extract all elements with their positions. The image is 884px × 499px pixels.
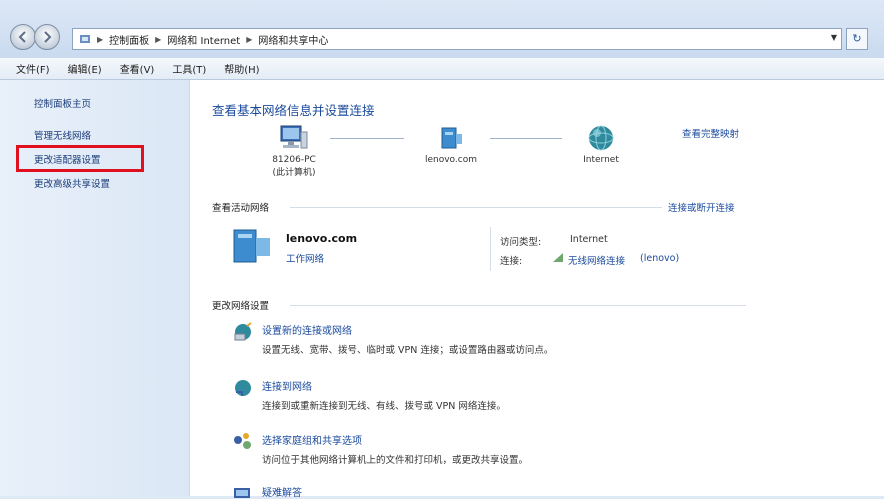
internet-node-name: Internet xyxy=(583,155,619,165)
network-node-name: lenovo.com xyxy=(424,155,477,165)
menu-file[interactable]: 文件(F) xyxy=(16,61,50,76)
active-network-name: lenovo.com xyxy=(286,232,358,245)
task-setup-connection[interactable]: 设置新的连接或网络 xyxy=(262,322,352,337)
map-node-internet[interactable]: Internet xyxy=(566,124,636,165)
menu-tools[interactable]: 工具(T) xyxy=(172,61,206,76)
address-bar-row: ▶ 控制面板 ▶ 网络和 Internet ▶ 网络和共享中心 ▼ ↻ xyxy=(0,0,884,58)
map-node-network[interactable]: lenovo.com xyxy=(406,124,496,165)
refresh-button[interactable]: ↻ xyxy=(846,28,868,50)
task-homegroup-sharing-desc: 访问位于其他网络计算机上的文件和打印机，或更改共享设置。 xyxy=(262,455,529,466)
menu-view[interactable]: 查看(V) xyxy=(120,61,155,76)
connections-label: 连接: xyxy=(500,256,523,267)
new-connection-icon xyxy=(234,322,252,341)
active-networks-header: 查看活动网络 xyxy=(212,203,270,214)
map-connector xyxy=(330,138,404,139)
computer-icon xyxy=(280,125,308,149)
active-network-icon xyxy=(233,229,270,263)
breadcrumb-separator-icon: ▶ xyxy=(246,34,253,44)
control-panel-icon xyxy=(80,35,90,43)
connect-disconnect-link[interactable]: 连接或断开连接 xyxy=(668,200,735,214)
sidebar: 控制面板主页 管理无线网络 更改适配器设置 更改高级共享设置 xyxy=(0,80,190,496)
wireless-connection-ssid[interactable]: (lenovo) xyxy=(640,253,679,264)
change-settings-header: 更改网络设置 xyxy=(212,301,270,312)
network-type-link[interactable]: 工作网络 xyxy=(286,251,324,265)
breadcrumb-network-internet[interactable]: 网络和 Internet xyxy=(167,32,240,47)
breadcrumb-separator-icon: ▶ xyxy=(97,34,104,44)
back-button[interactable] xyxy=(10,24,36,50)
access-type-value: Internet xyxy=(570,234,608,245)
computer-name: 81206-PC xyxy=(272,155,316,165)
network-icon xyxy=(441,127,462,149)
page-title: 查看基本网络信息并设置连接 xyxy=(212,103,375,118)
wireless-connection-link[interactable]: 无线网络连接 xyxy=(568,253,625,267)
refresh-icon: ↻ xyxy=(852,32,862,45)
task-homegroup-sharing[interactable]: 选择家庭组和共享选项 xyxy=(262,432,362,447)
vertical-divider xyxy=(490,227,491,271)
breadcrumb-separator-icon: ▶ xyxy=(155,34,162,44)
map-node-computer[interactable]: 81206-PC (此计算机) xyxy=(254,124,334,178)
computer-sub: (此计算机) xyxy=(272,168,316,178)
map-connector xyxy=(490,138,562,139)
forward-button[interactable] xyxy=(34,24,60,50)
sidebar-item-control-panel-home[interactable]: 控制面板主页 xyxy=(34,96,91,110)
highlight-box xyxy=(16,145,144,172)
sidebar-item-advanced-sharing[interactable]: 更改高级共享设置 xyxy=(34,176,110,190)
homegroup-icon xyxy=(234,433,251,449)
view-full-map-link[interactable]: 查看完整映射 xyxy=(682,126,739,140)
connect-network-icon xyxy=(235,380,251,396)
task-connect-network-desc: 连接到或重新连接到无线、有线、拨号或 VPN 网络连接。 xyxy=(262,401,506,412)
forward-arrow-icon xyxy=(44,31,52,43)
task-connect-network[interactable]: 连接到网络 xyxy=(262,378,312,393)
main-panel: 查看基本网络信息并设置连接 查看完整映射 81206-PC (此计算机) len… xyxy=(190,80,884,499)
globe-icon xyxy=(588,125,614,151)
sidebar-item-manage-wireless[interactable]: 管理无线网络 xyxy=(34,128,91,142)
access-type-label: 访问类型: xyxy=(500,237,542,248)
wireless-signal-icon xyxy=(553,253,563,262)
address-input[interactable]: ▶ 控制面板 ▶ 网络和 Internet ▶ 网络和共享中心 ▼ xyxy=(72,28,842,50)
menu-help[interactable]: 帮助(H) xyxy=(224,61,259,76)
menu-bar: 文件(F) 编辑(E) 查看(V) 工具(T) 帮助(H) xyxy=(0,58,884,80)
breadcrumb-network-sharing-center[interactable]: 网络和共享中心 xyxy=(258,32,328,47)
task-troubleshoot[interactable]: 疑难解答 xyxy=(262,484,302,499)
back-arrow-icon xyxy=(18,31,26,43)
breadcrumb-control-panel[interactable]: 控制面板 xyxy=(109,32,149,47)
task-setup-connection-desc: 设置无线、宽带、拨号、临时或 VPN 连接；或设置路由器或访问点。 xyxy=(262,345,554,356)
address-dropdown-icon[interactable]: ▼ xyxy=(831,33,837,42)
menu-edit[interactable]: 编辑(E) xyxy=(68,61,102,76)
section-divider xyxy=(290,207,662,208)
section-divider xyxy=(290,305,746,306)
